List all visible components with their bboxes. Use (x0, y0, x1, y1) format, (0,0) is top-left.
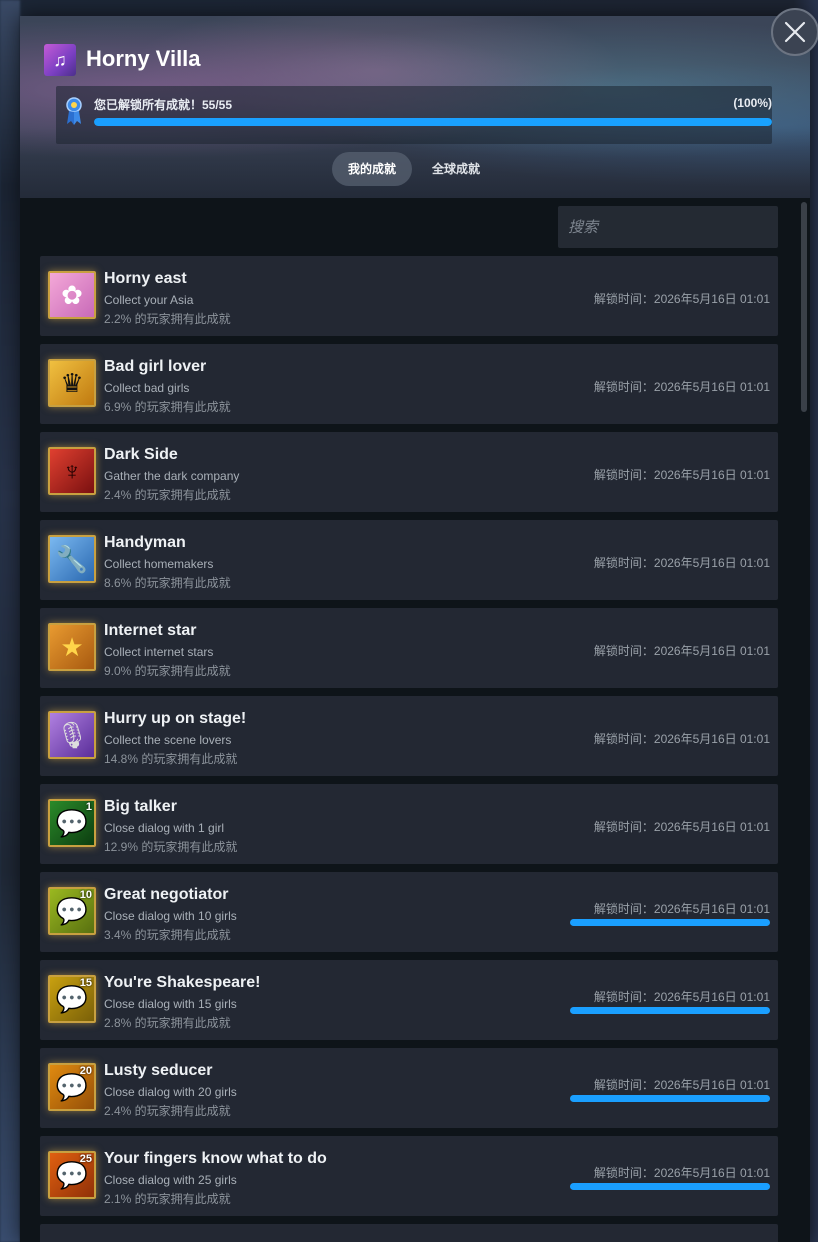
achievement-progress-bar (570, 919, 770, 926)
achievement-description: Close dialog with 20 girls (104, 1085, 237, 1099)
icon-badge-number: 20 (79, 1065, 92, 1077)
star-icon: ★ (48, 623, 96, 671)
achievement-name: Great negotiator (104, 886, 229, 903)
achievement-unlock-time: 解锁时间：2026年5月16日 01:01 (593, 1078, 770, 1092)
achievement-row[interactable]: 💬 20 Lusty seducer Close dialog with 20 gir… (40, 1048, 778, 1128)
chat-bubble-icon: 💬 10 (48, 887, 96, 935)
achievement-global-percent: 14.8% 的玩家拥有此成就 (104, 752, 238, 766)
achievement-description: Gather the dark company (104, 469, 240, 483)
achievement-unlock-time: 解锁时间：2026年5月16日 01:01 (593, 820, 770, 834)
wrench-icon: 🔧 (48, 535, 96, 583)
chat-bubble-icon: 💬 15 (48, 975, 96, 1023)
close-icon (784, 21, 806, 43)
achievement-row[interactable]: 🔧 Handyman Collect homemakers 8.6% 的玩家拥有此成就… (40, 520, 778, 600)
tab-global-achievements[interactable]: 全球成就 (416, 152, 496, 186)
achievement-unlock-time: 解锁时间：2026年5月16日 01:01 (593, 902, 770, 916)
chat-bubble-icon: 💬 20 (48, 1063, 96, 1111)
achievement-progress-bar (570, 1183, 770, 1190)
achievement-description: Collect your Asia (104, 293, 194, 307)
background-left-edge (0, 0, 20, 1242)
scrollbar-thumb[interactable] (801, 202, 807, 412)
achievement-name: Big talker (104, 798, 177, 815)
achievement-name: Your fingers know what to do (104, 1150, 327, 1167)
achievement-name: Bad girl lover (104, 358, 207, 375)
achievement-unlock-time: 解锁时间：2026年5月16日 01:01 (593, 380, 770, 394)
progress-percent: (100%) (733, 96, 772, 110)
achievement-global-percent: 2.2% 的玩家拥有此成就 (104, 312, 231, 326)
achievement-row[interactable]: 💬 10 Great negotiator Close dialog with 10 … (40, 872, 778, 952)
achievement-row[interactable]: ★ Internet star Collect internet stars 9.0%… (40, 608, 778, 688)
achievement-name: Internet star (104, 622, 197, 639)
achievement-progress-bar (570, 1095, 770, 1102)
achievement-description: Close dialog with 15 girls (104, 997, 237, 1011)
achievement-row[interactable]: 💬 15 You're Shakespeare! Close dialog with … (40, 960, 778, 1040)
progress-panel: 您已解锁所有成就！55/55 (100%) (56, 86, 772, 144)
icon-badge-number: 15 (79, 977, 92, 989)
achievement-name: Lusty seducer (104, 1062, 213, 1079)
achievement-name: Dark Side (104, 446, 178, 463)
achievement-description: Collect the scene lovers (104, 733, 232, 747)
achievement-description: Collect homemakers (104, 557, 214, 571)
witch-icon: ♛ (48, 359, 96, 407)
chat-bubble-icon: 💬 25 (48, 1151, 96, 1199)
microphone-icon: 🎙 (48, 711, 96, 759)
achievement-global-percent: 9.0% 的玩家拥有此成就 (104, 664, 231, 678)
game-icon: ♫ (44, 44, 76, 76)
achievement-global-percent: 6.9% 的玩家拥有此成就 (104, 400, 231, 414)
achievement-unlock-time: 解锁时间：2026年5月16日 01:01 (593, 292, 770, 306)
achievement-row[interactable] (40, 1224, 778, 1242)
devil-icon: ♆ (48, 447, 96, 495)
achievement-global-percent: 3.4% 的玩家拥有此成就 (104, 928, 231, 942)
achievement-description: Close dialog with 25 girls (104, 1173, 237, 1187)
achievement-unlock-time: 解锁时间：2026年5月16日 01:01 (593, 732, 770, 746)
achievement-unlock-time: 解锁时间：2026年5月16日 01:01 (593, 644, 770, 658)
achievement-global-percent: 2.1% 的玩家拥有此成就 (104, 1192, 231, 1206)
achievement-row[interactable]: 🎙 Hurry up on stage! Collect the scene lov… (40, 696, 778, 776)
game-title: Horny Villa (86, 46, 201, 71)
icon-badge-number: 1 (85, 801, 92, 813)
icon-badge-number: 10 (79, 889, 92, 901)
icon-badge-number: 25 (79, 1153, 92, 1165)
achievement-name: You're Shakespeare! (104, 974, 261, 991)
tab-bar: 我的成就 全球成就 (332, 152, 496, 186)
achievement-name: Handyman (104, 534, 186, 551)
achievement-global-percent: 2.4% 的玩家拥有此成就 (104, 488, 231, 502)
achievement-global-percent: 2.8% 的玩家拥有此成就 (104, 1016, 231, 1030)
achievement-progress-bar (570, 1007, 770, 1014)
achievement-list-area: ✿ Horny east Collect your Asia 2.2% 的玩家拥有此成… (20, 198, 810, 1242)
achievement-description: Close dialog with 1 girl (104, 821, 225, 835)
search-input[interactable] (558, 206, 778, 248)
achievement-description: Collect bad girls (104, 381, 190, 395)
achievement-row[interactable]: ♆ Dark Side Gather the dark company 2.4% 的玩… (40, 432, 778, 512)
achievement-global-percent: 2.4% 的玩家拥有此成就 (104, 1104, 231, 1118)
achievement-global-percent: 12.9% 的玩家拥有此成就 (104, 840, 238, 854)
progress-label: 您已解锁所有成就！55/55 (94, 98, 233, 112)
close-button[interactable] (771, 8, 818, 56)
achievement-description: Collect internet stars (104, 645, 214, 659)
progress-bar-fill (94, 118, 772, 126)
achievement-description: Close dialog with 10 girls (104, 909, 237, 923)
chat-bubble-icon: 💬 1 (48, 799, 96, 847)
achievement-unlock-time: 解锁时间：2026年5月16日 01:01 (593, 1166, 770, 1180)
achievement-name: Horny east (104, 270, 187, 287)
achievement-unlock-time: 解锁时间：2026年5月16日 01:01 (593, 556, 770, 570)
achievement-unlock-time: 解锁时间：2026年5月16日 01:01 (593, 990, 770, 1004)
flower-icon: ✿ (48, 271, 96, 319)
achievement-row[interactable]: ✿ Horny east Collect your Asia 2.2% 的玩家拥有此成… (40, 256, 778, 336)
award-ribbon-icon (64, 96, 84, 126)
achievement-global-percent: 8.6% 的玩家拥有此成就 (104, 576, 231, 590)
achievements-modal: ♫ Horny Villa 您已解锁所有成就！55/55 (100%) 我的成就… (20, 16, 810, 1242)
achievement-name: Hurry up on stage! (104, 710, 247, 727)
achievement-unlock-time: 解锁时间：2026年5月16日 01:01 (593, 468, 770, 482)
tab-my-achievements[interactable]: 我的成就 (332, 152, 413, 186)
achievement-row[interactable]: ♛ Bad girl lover Collect bad girls 6.9% 的玩家… (40, 344, 778, 424)
achievement-row[interactable]: 💬 25 Your fingers know what to do Close dia… (40, 1136, 778, 1216)
achievement-row[interactable]: 💬 1 Big talker Close dialog with 1 girl 12.9… (40, 784, 778, 864)
progress-bar (94, 118, 772, 126)
